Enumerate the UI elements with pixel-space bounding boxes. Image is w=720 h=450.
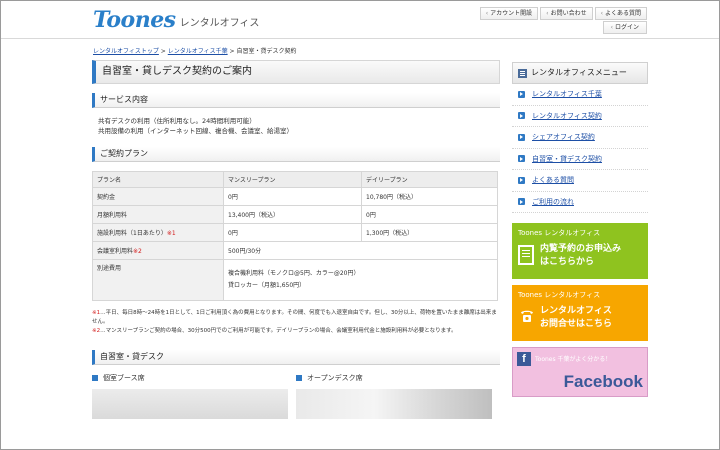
- logo-subtitle: レンタルオフィス: [179, 18, 260, 29]
- contact-banner[interactable]: Toones レンタルオフィス レンタルオフィス お問合せはこちら: [512, 285, 648, 341]
- browser-viewport: Toones レンタルオフィス アカウント開設 お問い合わせ よくある質問 ログ…: [0, 0, 720, 450]
- sidebar-item-chiba[interactable]: レンタルオフィス千葉: [512, 84, 648, 106]
- breadcrumb-chiba[interactable]: レンタルオフィス千葉: [168, 48, 228, 55]
- facebook-wordmark: Facebook: [563, 372, 643, 391]
- note-item: ※2…マンスリープランご契約の場合、30分500円でのご利用が可能です。デイリー…: [92, 328, 457, 334]
- table-cell: 500円/30分: [223, 241, 498, 260]
- private-booth-photo: [92, 389, 288, 419]
- breadcrumb-home[interactable]: レンタルオフィストップ: [93, 48, 159, 55]
- plan-heading: ご契約プラン: [92, 147, 500, 162]
- square-bullet-icon: [296, 375, 302, 381]
- open-desk-photo: [296, 389, 492, 419]
- table-cell: 1,300円（税込）: [361, 223, 498, 242]
- arrow-right-icon: [518, 112, 525, 120]
- table-cell: 複合機利用料（モノクロ@5円、カラー@20円） 貸ロッカー（月額1,650円）: [223, 259, 498, 301]
- building-icon: [518, 68, 527, 78]
- logo-mark: Toones: [93, 7, 176, 33]
- sidebar-menu: レンタルオフィス千葉 レンタルオフィス契約 シェアオフィス契約 自習室・貸デスク…: [512, 84, 648, 213]
- sidebar: レンタルオフィスメニュー レンタルオフィス千葉 レンタルオフィス契約 シェアオフ…: [512, 62, 648, 397]
- row-label: 契約金: [92, 187, 224, 206]
- banner-main-text: レンタルオフィス お問合せはこちら: [540, 306, 613, 329]
- row-label: 月額利用料: [92, 205, 224, 224]
- arrow-right-icon: [518, 90, 525, 98]
- table-row: 会議室利用料※2 500円/30分: [92, 241, 498, 260]
- facebook-icon: f: [517, 352, 531, 366]
- sidebar-item-rental-contract[interactable]: レンタルオフィス契約: [512, 106, 648, 127]
- arrow-right-icon: [518, 198, 525, 206]
- sidebar-item-study-desk[interactable]: 自習室・貸デスク契約: [512, 149, 648, 170]
- arrow-right-icon: [518, 155, 525, 163]
- page-title: 自習室・貸しデスク契約のご案内: [92, 60, 500, 84]
- site-logo[interactable]: Toones レンタルオフィス: [93, 7, 259, 31]
- banner-small-text: Toones レンタルオフィス: [518, 229, 601, 237]
- service-heading: サービス内容: [92, 93, 500, 108]
- desk-subsections: 個室ブース席 オープンデスク席: [92, 373, 500, 383]
- faq-link[interactable]: よくある質問: [594, 7, 647, 20]
- table-cell: 0円: [223, 223, 362, 242]
- footnote-mark: ※1: [166, 230, 176, 237]
- column-header: デイリープラン: [361, 171, 498, 188]
- contact-link[interactable]: お問い合わせ: [540, 7, 593, 20]
- breadcrumb-separator: >: [158, 48, 168, 55]
- viewing-reservation-banner[interactable]: Toones レンタルオフィス 内覧予約のお申込み はこちらから: [512, 223, 648, 279]
- plan-notes: ※1…平日、毎日8時〜24時を1日として、1日ご利用頂く為の費用となります。その…: [92, 309, 500, 336]
- row-label: 別途費用: [92, 259, 224, 301]
- table-cell: 13,400円（税込）: [223, 205, 362, 224]
- sidebar-item-faq[interactable]: よくある質問: [512, 170, 648, 192]
- banner-main-text: 内覧予約のお申込み はこちらから: [540, 244, 622, 267]
- open-desk-heading: オープンデスク席: [296, 373, 500, 383]
- phone-icon: [518, 307, 536, 325]
- site-header: Toones レンタルオフィス アカウント開設 お問い合わせ よくある質問 ログ…: [1, 1, 719, 39]
- breadcrumb-current: 自習室・貸デスク契約: [236, 48, 297, 55]
- facebook-banner[interactable]: f Toones 千葉がよく分かる！ Facebook: [512, 347, 648, 397]
- column-header: マンスリープラン: [223, 171, 362, 188]
- sidebar-heading: レンタルオフィスメニュー: [512, 62, 648, 84]
- column-header: プラン名: [92, 171, 224, 188]
- note-item: ※1…平日、毎日8時〜24時を1日として、1日ご利用頂く為の費用となります。その…: [92, 310, 497, 325]
- table-cell: 10,780円（税込）: [361, 187, 498, 206]
- table-cell: 0円: [223, 187, 362, 206]
- table-row: 施設利用料（1日あたり）※1 0円 1,300円（税込）: [92, 223, 498, 242]
- top-nav: アカウント開設 お問い合わせ よくある質問: [478, 7, 647, 20]
- table-cell: 0円: [361, 205, 498, 224]
- row-label: 会議室利用料※2: [92, 241, 224, 260]
- main-content: 自習室・貸しデスク契約のご案内 サービス内容 共有デスクの利用（住所利用なし。2…: [92, 60, 500, 419]
- arrow-right-icon: [518, 133, 525, 141]
- table-row: 契約金 0円 10,780円（税込）: [92, 187, 498, 206]
- sidebar-item-flow[interactable]: ご利用の流れ: [512, 192, 648, 213]
- extra-cost-line: 複合機利用料（モノクロ@5円、カラー@20円）: [228, 270, 360, 277]
- service-description: 共有デスクの利用（住所利用なし。24時間利用可能） 共用設備の利用（インターネッ…: [92, 108, 500, 136]
- plan-table: プラン名 マンスリープラン デイリープラン 契約金 0円 10,780円（税込）…: [92, 171, 498, 301]
- desk-photos: [92, 389, 500, 419]
- banner-small-text: Toones レンタルオフィス: [518, 291, 601, 299]
- service-line: 共有デスクの利用（住所利用なし。24時間利用可能）: [98, 117, 256, 125]
- row-label: 施設利用料（1日あたり）※1: [92, 223, 224, 242]
- service-line: 共用設備の利用（インターネット回線、複合機、会議室、給湯室）: [98, 127, 293, 135]
- table-header-row: プラン名 マンスリープラン デイリープラン: [92, 171, 498, 188]
- extra-cost-line: 貸ロッカー（月額1,650円）: [228, 282, 306, 289]
- account-open-link[interactable]: アカウント開設: [479, 7, 539, 20]
- login-button[interactable]: ログイン: [602, 21, 647, 34]
- form-icon: [518, 245, 534, 265]
- footnote-mark: ※2: [133, 248, 142, 255]
- arrow-right-icon: [518, 176, 525, 184]
- desk-heading: 自習室・貸デスク: [92, 350, 500, 365]
- table-row: 別途費用 複合機利用料（モノクロ@5円、カラー@20円） 貸ロッカー（月額1,6…: [92, 259, 498, 301]
- breadcrumb: レンタルオフィストップ > レンタルオフィス千葉 > 自習室・貸デスク契約: [93, 46, 296, 55]
- square-bullet-icon: [92, 375, 98, 381]
- facebook-note: Toones 千葉がよく分かる！: [535, 356, 612, 363]
- private-booth-heading: 個室ブース席: [92, 373, 296, 383]
- sidebar-item-share-office[interactable]: シェアオフィス契約: [512, 127, 648, 149]
- table-row: 月額利用料 13,400円（税込） 0円: [92, 205, 498, 224]
